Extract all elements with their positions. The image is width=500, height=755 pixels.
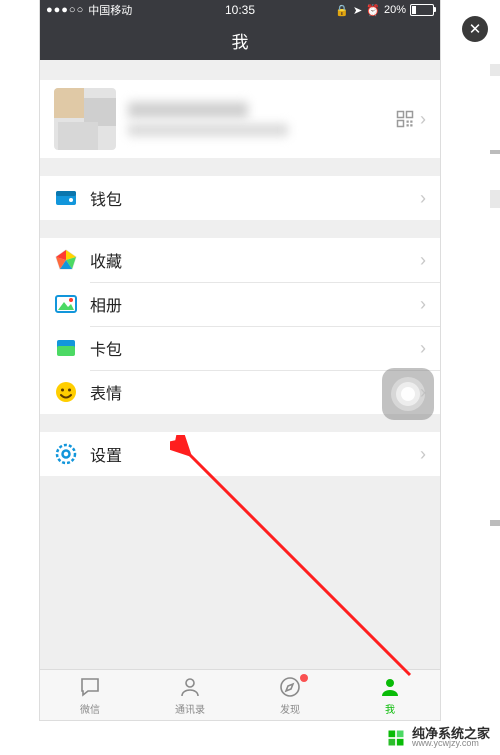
- menu-album[interactable]: 相册 ›: [40, 282, 440, 326]
- page-scratch: [490, 150, 500, 154]
- profile-texts: [128, 102, 396, 136]
- tab-discover[interactable]: 发现: [240, 670, 340, 720]
- profile-name-blurred: [128, 102, 248, 118]
- tab-contacts[interactable]: 通讯录: [140, 670, 240, 720]
- chevron-right-icon: ›: [420, 444, 426, 465]
- favorites-icon: [54, 248, 78, 272]
- brand-logo-icon: [386, 728, 406, 748]
- menu-label: 表情: [90, 380, 420, 404]
- overlay-close-button[interactable]: ✕: [462, 16, 488, 42]
- tab-bar: 微信 通讯录 发现 我: [40, 669, 440, 720]
- clock-label: 10:35: [40, 3, 440, 17]
- close-icon: ✕: [469, 20, 482, 38]
- watermark: 纯净系统之家 www.ycwjzy.com: [386, 727, 490, 749]
- page-title: 我: [232, 28, 249, 53]
- menu-label: 卡包: [90, 336, 420, 360]
- profile-row[interactable]: ›: [40, 80, 440, 158]
- wallet-icon: [54, 186, 78, 210]
- tab-label: 通讯录: [175, 701, 205, 716]
- chevron-right-icon: ›: [420, 294, 426, 315]
- menu-stickers[interactable]: 表情 ›: [40, 370, 440, 414]
- phone-frame: ●●●○○ 中国移动 10:35 🔒 ➤ ⏰ 20% 我: [40, 0, 440, 720]
- tab-me[interactable]: 我: [340, 670, 440, 720]
- menu-label: 收藏: [90, 248, 420, 272]
- settings-gear-icon: [54, 442, 78, 466]
- profile-id-blurred: [128, 124, 288, 136]
- avatar: [54, 88, 116, 150]
- chevron-right-icon: ›: [420, 338, 426, 359]
- tab-label: 微信: [80, 701, 100, 716]
- menu-favorites[interactable]: 收藏 ›: [40, 238, 440, 282]
- page-scratch: [490, 64, 500, 76]
- chevron-right-icon: ›: [420, 250, 426, 271]
- menu-wallet[interactable]: 钱包 ›: [40, 176, 440, 220]
- menu-cards[interactable]: 卡包 ›: [40, 326, 440, 370]
- album-icon: [54, 292, 78, 316]
- qr-icon: [396, 110, 414, 128]
- page-scratch: [490, 520, 500, 526]
- tab-label: 发现: [280, 701, 300, 716]
- battery-icon: [410, 4, 434, 16]
- chevron-right-icon: ›: [420, 188, 426, 209]
- page-scratch: [490, 190, 500, 208]
- menu-label: 钱包: [90, 186, 420, 210]
- tab-chat[interactable]: 微信: [40, 670, 140, 720]
- chevron-right-icon: ›: [420, 109, 426, 130]
- content-scroll: › 钱包 › 收藏 ›: [40, 60, 440, 670]
- menu-label: 相册: [90, 292, 420, 316]
- status-bar: ●●●○○ 中国移动 10:35 🔒 ➤ ⏰ 20%: [40, 0, 440, 20]
- brand-url: www.ycwjzy.com: [412, 739, 490, 749]
- cards-icon: [54, 336, 78, 360]
- menu-settings[interactable]: 设置 ›: [40, 432, 440, 476]
- menu-label: 设置: [90, 442, 420, 466]
- notification-dot-icon: [300, 674, 308, 682]
- tab-label: 我: [385, 701, 395, 716]
- assistive-touch-button[interactable]: [382, 368, 434, 420]
- sticker-icon: [54, 380, 78, 404]
- nav-bar: 我: [40, 20, 440, 60]
